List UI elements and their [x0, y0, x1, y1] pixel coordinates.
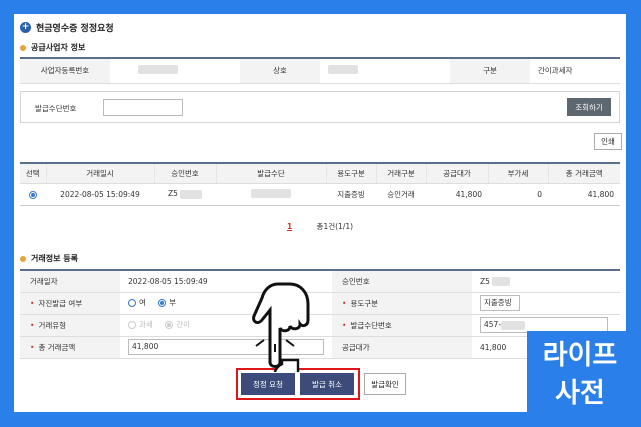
col-select: 선택: [20, 163, 46, 184]
self-issue-label: • 자진발급 여부: [20, 292, 120, 315]
transaction-list-table: 선택 거래일시 승인번호 발급수단 용도구분 거래구분 공급대가 부가세 총 거…: [20, 162, 620, 206]
row-total: 41,800: [548, 183, 620, 206]
self-issue-no[interactable]: 부: [158, 297, 176, 308]
page-title: + 현금영수증 정정요청: [20, 21, 114, 34]
cancel-issue-button[interactable]: 발급 취소: [300, 373, 354, 395]
confirm-issue-button[interactable]: 발급확인: [364, 373, 406, 395]
supplier-info-table: 사업자등록번호 상호 구분 간이과세자: [20, 57, 620, 84]
search-box: 발급수단번호 조회하기: [20, 91, 620, 123]
col-means: 발급수단: [215, 163, 326, 184]
bullet-icon: [20, 255, 26, 262]
correct-request-button[interactable]: 정정 요청: [241, 373, 295, 395]
pagination: 1 총1건(1/1): [14, 221, 626, 232]
approval-value: Z5: [472, 270, 620, 293]
col-deal: 거래구분: [375, 163, 426, 184]
deal-type-simple: 간이: [165, 319, 190, 330]
pointing-hand-icon: [252, 282, 310, 372]
table-header-row: 선택 거래일시 승인번호 발급수단 용도구분 거래구분 공급대가 부가세 총 거…: [20, 163, 620, 184]
col-total: 총 거래금액: [547, 163, 620, 184]
supplier-section-title: 공급사업자 정보: [20, 42, 85, 53]
usage-label: • 용도구분: [332, 292, 472, 315]
col-supply: 공급대가: [425, 163, 488, 184]
date-label: 거래일자: [20, 270, 120, 293]
deal-type-label: • 거래유형: [20, 314, 120, 337]
name-value: [320, 58, 450, 84]
page-link-current[interactable]: 1: [287, 222, 292, 231]
row-supply: 41,800: [426, 183, 488, 206]
self-issue-yes[interactable]: 여: [128, 297, 146, 308]
page-summary: 총1건(1/1): [316, 222, 354, 231]
bullet-icon: [20, 44, 26, 51]
register-section-title: 거래정보 등록: [20, 253, 78, 264]
col-approval: 승인번호: [153, 163, 216, 184]
col-usage: 용도구분: [325, 163, 376, 184]
usage-select[interactable]: 지출증빙: [480, 295, 520, 311]
means-label: • 발급수단번호: [332, 314, 472, 337]
supply-label: 공급대가: [332, 336, 472, 359]
search-button[interactable]: 조회하기: [567, 98, 611, 116]
print-button[interactable]: 인쇄: [594, 133, 622, 150]
watermark-logo: 라이프 사전: [527, 331, 633, 419]
total-label: • 총 거래금액: [20, 336, 120, 359]
row-approval: Z5: [154, 183, 216, 206]
name-label: 상호: [240, 58, 320, 84]
row-vat: 0: [488, 183, 548, 206]
approval-label: 승인번호: [332, 270, 472, 293]
type-label: 구분: [450, 58, 530, 84]
reg-no-value: [110, 58, 240, 84]
row-deal: 승인거래: [376, 183, 426, 206]
search-label: 발급수단번호: [35, 104, 77, 113]
col-vat: 부가세: [487, 163, 548, 184]
type-value: 간이과세자: [530, 58, 620, 84]
row-usage: 지출증빙: [326, 183, 376, 206]
col-datetime: 거래일시: [45, 163, 154, 184]
row-select-radio[interactable]: [20, 183, 46, 206]
deal-type-tax: 과세: [128, 319, 153, 330]
row-means: [216, 183, 326, 206]
reg-no-label: 사업자등록번호: [20, 58, 110, 84]
usage-select-cell: 지출증빙: [472, 292, 620, 315]
table-row[interactable]: 2022-08-05 15:09:49 Z5 지출증빙 승인거래 41,800 …: [20, 183, 620, 206]
row-datetime: 2022-08-05 15:09:49: [46, 183, 154, 206]
search-input[interactable]: [103, 99, 183, 116]
title-icon: +: [20, 22, 31, 33]
page-title-text: 현금영수증 정정요청: [36, 24, 114, 34]
